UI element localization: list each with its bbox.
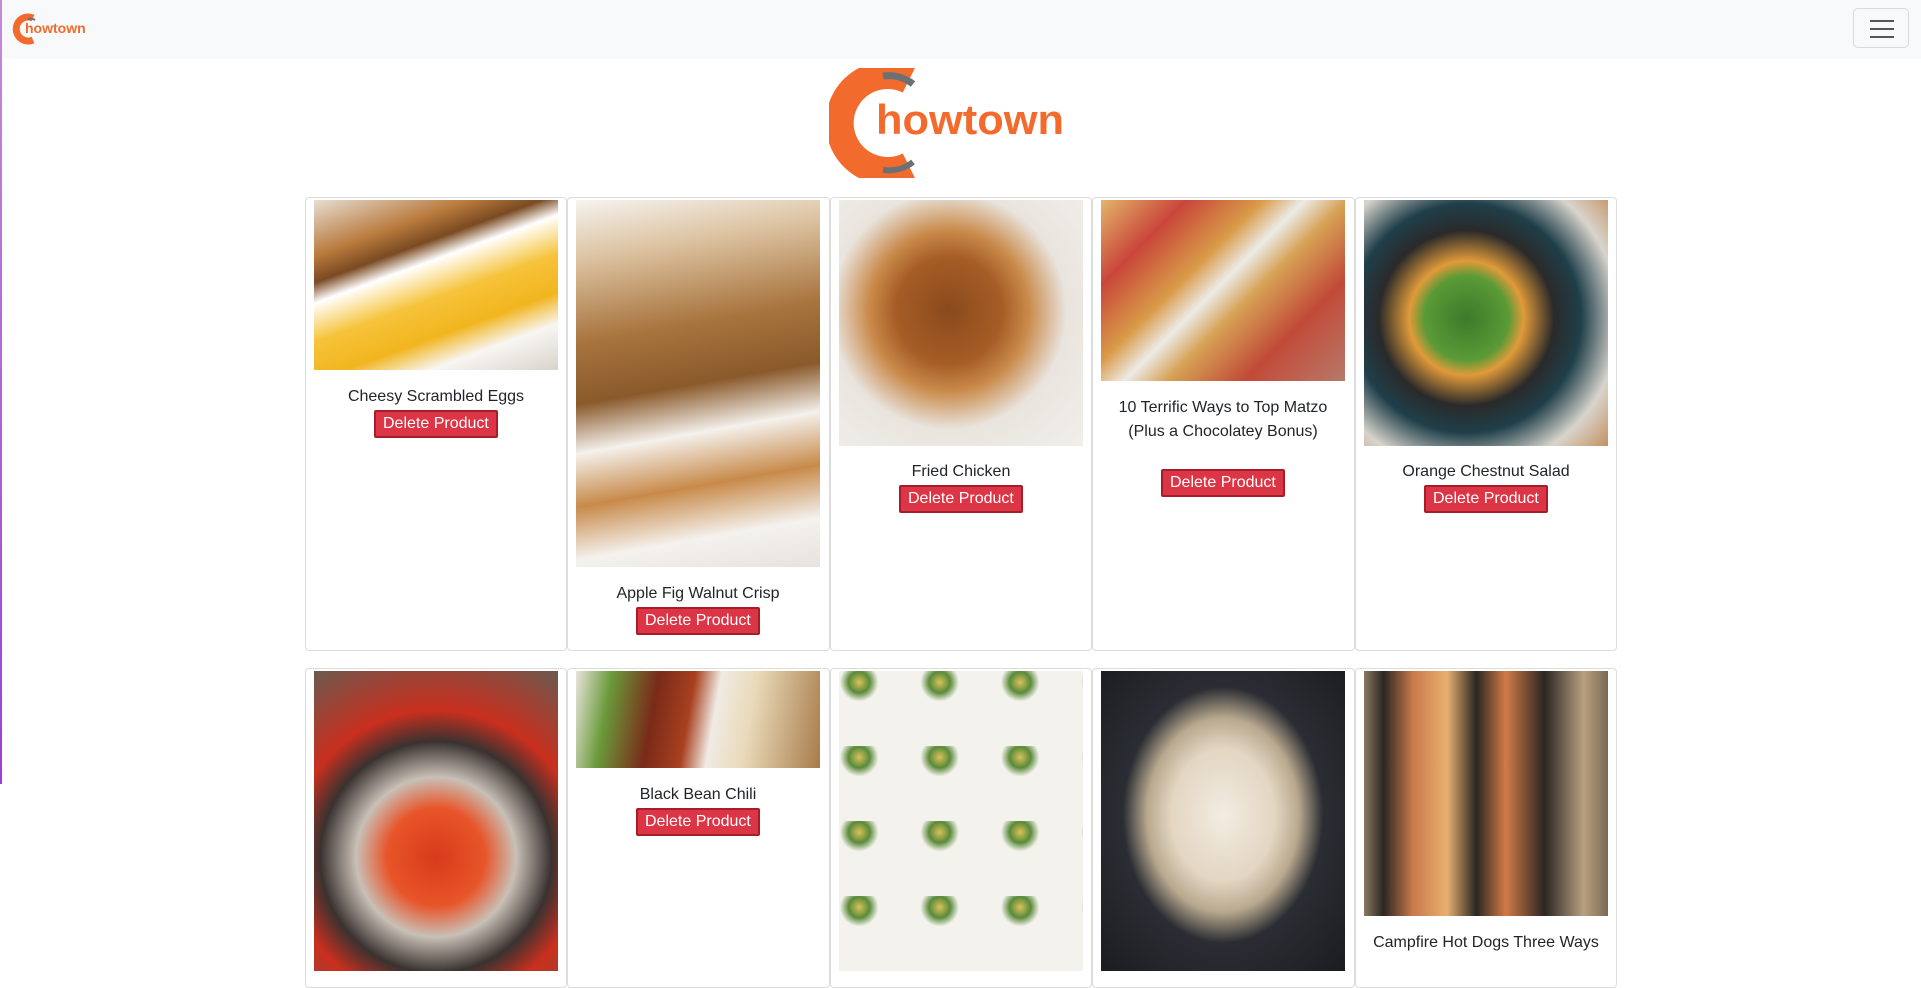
product-image[interactable]: [314, 200, 558, 370]
product-card: 10 Terrific Ways to Top Matzo (Plus a Ch…: [1092, 197, 1355, 651]
delete-product-button[interactable]: Delete Product: [1424, 485, 1548, 513]
product-title: Cheesy Scrambled Eggs: [347, 388, 525, 405]
navbar-brand-logo[interactable]: howtown: [12, 12, 96, 51]
navbar-toggle-button[interactable]: [1853, 8, 1909, 48]
product-title: Campfire Hot Dogs Three Ways: [1373, 934, 1599, 951]
delete-product-button[interactable]: Delete Product: [636, 808, 760, 836]
window-edge: [0, 0, 2, 784]
product-card: [305, 668, 567, 988]
product-image[interactable]: [1101, 671, 1345, 971]
product-title: 10 Terrific Ways to Top Matzo (Plus a Ch…: [1118, 399, 1328, 440]
hero-logo-text: howtown: [876, 96, 1064, 143]
product-image[interactable]: [314, 671, 558, 971]
navbar: howtown: [0, 0, 1921, 59]
delete-product-button[interactable]: Delete Product: [1161, 469, 1285, 497]
product-title: Apple Fig Walnut Crisp: [616, 585, 780, 602]
product-image[interactable]: [839, 671, 1083, 971]
product-card: [830, 668, 1092, 988]
product-image[interactable]: [1101, 200, 1345, 381]
product-title: Black Bean Chili: [639, 786, 757, 803]
navbar-brand-text: howtown: [25, 20, 86, 36]
delete-product-button[interactable]: Delete Product: [374, 410, 498, 438]
product-image[interactable]: [1364, 671, 1608, 916]
delete-product-button[interactable]: Delete Product: [636, 607, 760, 635]
hero-logo: howtown: [825, 61, 1069, 185]
product-card: [1092, 668, 1355, 988]
product-card: Campfire Hot Dogs Three Ways: [1355, 668, 1617, 988]
delete-product-button[interactable]: Delete Product: [899, 485, 1023, 513]
product-image[interactable]: [1364, 200, 1608, 446]
product-title: Fried Chicken: [911, 463, 1011, 480]
product-image[interactable]: [839, 200, 1083, 446]
product-card: Black Bean Chili Delete Product: [567, 668, 830, 988]
product-card: Cheesy Scrambled Eggs Delete Product: [305, 197, 567, 651]
product-card: Orange Chestnut Salad Delete Product: [1355, 197, 1617, 651]
product-card: Apple Fig Walnut Crisp Delete Product: [567, 197, 830, 651]
product-title: Orange Chestnut Salad: [1402, 463, 1570, 480]
product-image[interactable]: [576, 200, 820, 567]
hamburger-icon: [1870, 20, 1894, 22]
product-image[interactable]: [576, 671, 820, 768]
product-card: Fried Chicken Delete Product: [830, 197, 1092, 651]
